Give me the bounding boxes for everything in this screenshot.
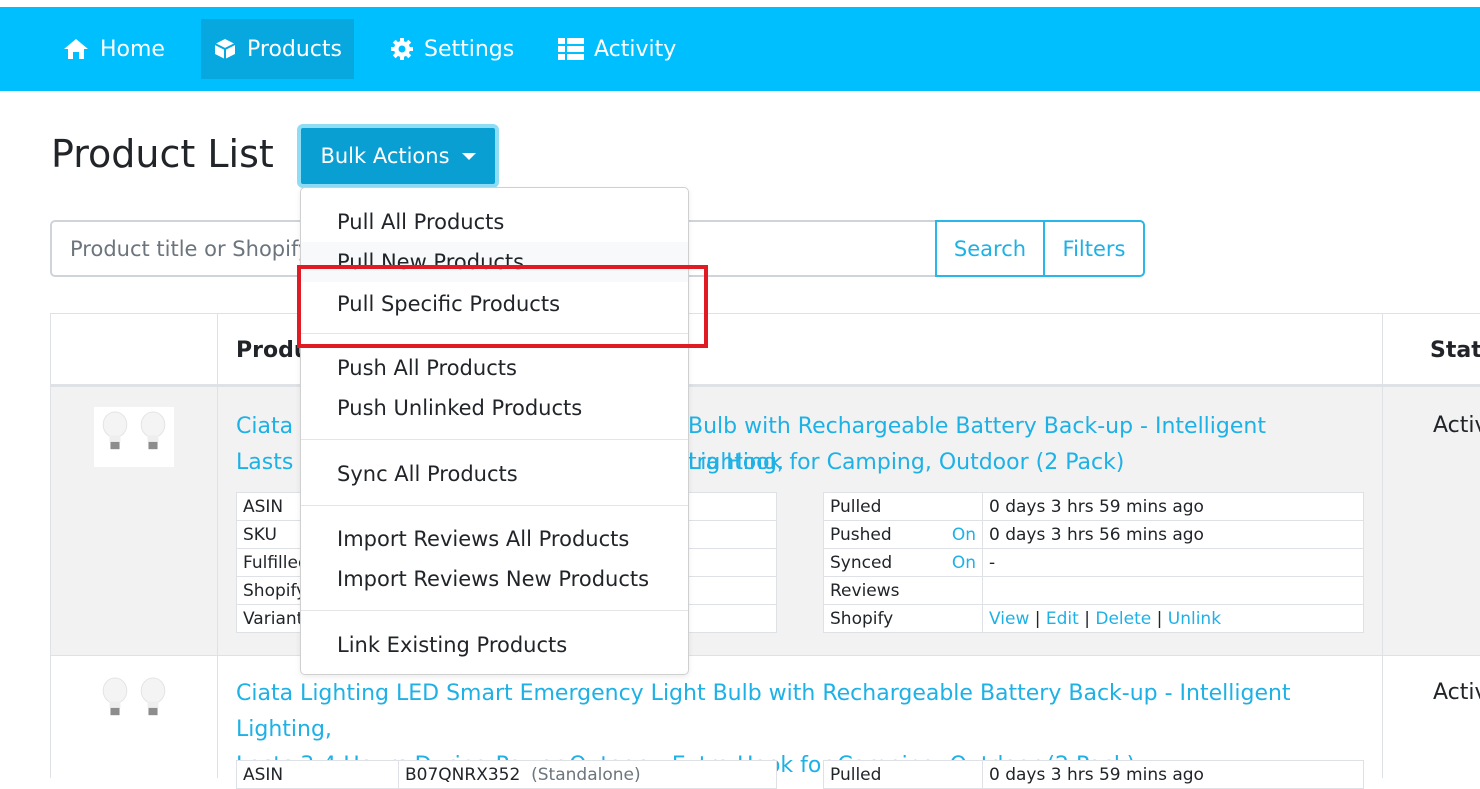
nav-settings[interactable]: Settings — [378, 19, 526, 79]
product-info-table: ASIN B07QNRX352 (Standalone) — [236, 760, 777, 789]
nav-products[interactable]: Products — [201, 19, 354, 79]
sync-label-text: Shopify — [830, 608, 894, 629]
edit-link[interactable]: Edit — [1046, 609, 1079, 629]
sync-status-table: Pulled 0 days 3 hrs 59 mins ago — [823, 760, 1364, 789]
product-thumbnail[interactable] — [94, 673, 174, 733]
menu-divider — [301, 610, 688, 611]
highlight-box — [297, 265, 708, 348]
sync-label: Reviews — [823, 576, 983, 605]
status-text: Activ — [1433, 413, 1480, 438]
menu-item-push-all[interactable]: Push All Products — [301, 348, 688, 388]
synced-on-toggle[interactable]: On — [952, 553, 976, 573]
asin-value: B07QNRX352 — [405, 764, 521, 785]
nav-home-label: Home — [100, 36, 165, 62]
asin-note: (Standalone) — [531, 764, 641, 785]
sync-status-table: Pulled 0 days 3 hrs 59 mins ago Pushed On 0… — [823, 492, 1364, 633]
menu-item-import-reviews-all[interactable]: Import Reviews All Products — [301, 519, 688, 559]
product-title-end: tra Hook for Camping, Outdoor (2 Pack) — [688, 450, 1125, 475]
page-title: Product List — [51, 132, 274, 176]
gear-icon — [391, 38, 413, 60]
bulb-image — [140, 677, 166, 716]
home-icon — [64, 39, 88, 59]
menu-divider — [301, 439, 688, 440]
sync-label-text: Pushed — [830, 524, 892, 545]
navbar: Home Products Settings Activity — [0, 7, 1480, 91]
menu-item-import-reviews-new[interactable]: Import Reviews New Products — [301, 559, 688, 599]
sync-value: 0 days 3 hrs 59 mins ago — [982, 760, 1364, 789]
list-icon — [558, 38, 584, 60]
menu-divider — [301, 505, 688, 506]
sync-label-text: Reviews — [830, 580, 900, 601]
bulk-actions-button-body: Bulk Actions — [301, 128, 495, 184]
delete-link[interactable]: Delete — [1095, 609, 1151, 629]
product-title-line: Ciata Lighting LED Smart Emergency Light… — [236, 681, 1291, 742]
nav-products-label: Products — [247, 36, 342, 62]
sync-value — [982, 576, 1364, 605]
separator: | — [1156, 608, 1163, 629]
bulk-actions-menu: Pull All Products Pull New Products Pull… — [300, 187, 689, 675]
box-icon — [214, 39, 236, 59]
bulk-actions-button[interactable]: Bulk Actions — [297, 124, 499, 188]
sync-value: 0 days 3 hrs 56 mins ago — [982, 520, 1364, 549]
sync-label: Pulled — [823, 492, 983, 521]
sync-label-text: Pulled — [830, 496, 882, 517]
caret-down-icon — [461, 152, 476, 160]
view-link[interactable]: View — [989, 609, 1029, 629]
filters-button[interactable]: Filters — [1043, 220, 1145, 277]
separator: | — [1034, 608, 1041, 629]
sync-value: - — [982, 548, 1364, 577]
bulb-image — [102, 411, 128, 450]
bulb-image — [140, 411, 166, 450]
shopify-actions: View | Edit | Delete | Unlink — [982, 604, 1364, 633]
search-button[interactable]: Search — [935, 220, 1045, 277]
menu-item-link-existing[interactable]: Link Existing Products — [301, 625, 688, 665]
menu-item-push-unlinked[interactable]: Push Unlinked Products — [301, 388, 688, 428]
sync-label: Synced On — [823, 548, 983, 577]
separator: | — [1084, 608, 1090, 629]
info-label: ASIN — [236, 760, 399, 789]
info-value: B07QNRX352 (Standalone) — [398, 760, 777, 789]
column-divider — [1382, 656, 1383, 778]
bulk-actions-label: Bulk Actions — [320, 144, 450, 168]
sync-label-text: Synced — [830, 552, 893, 573]
top-strip — [0, 0, 1480, 7]
nav-activity[interactable]: Activity — [546, 19, 688, 79]
nav-settings-label: Settings — [424, 36, 515, 62]
nav-activity-label: Activity — [594, 36, 677, 62]
column-divider — [217, 656, 218, 778]
sync-value: 0 days 3 hrs 59 mins ago — [982, 492, 1364, 521]
nav-home[interactable]: Home — [50, 19, 177, 79]
header-status[interactable]: Statu — [1430, 338, 1480, 363]
bulb-image — [102, 677, 128, 716]
pushed-on-toggle[interactable]: On — [952, 525, 976, 545]
product-thumbnail[interactable] — [94, 407, 174, 467]
menu-item-pull-all[interactable]: Pull All Products — [301, 202, 688, 242]
sync-label: Shopify — [823, 604, 983, 633]
sync-label: Pulled — [823, 760, 983, 789]
unlink-link[interactable]: Unlink — [1168, 609, 1221, 629]
sync-label: Pushed On — [823, 520, 983, 549]
menu-item-sync-all[interactable]: Sync All Products — [301, 454, 688, 494]
status-text: Activ — [1433, 680, 1480, 705]
